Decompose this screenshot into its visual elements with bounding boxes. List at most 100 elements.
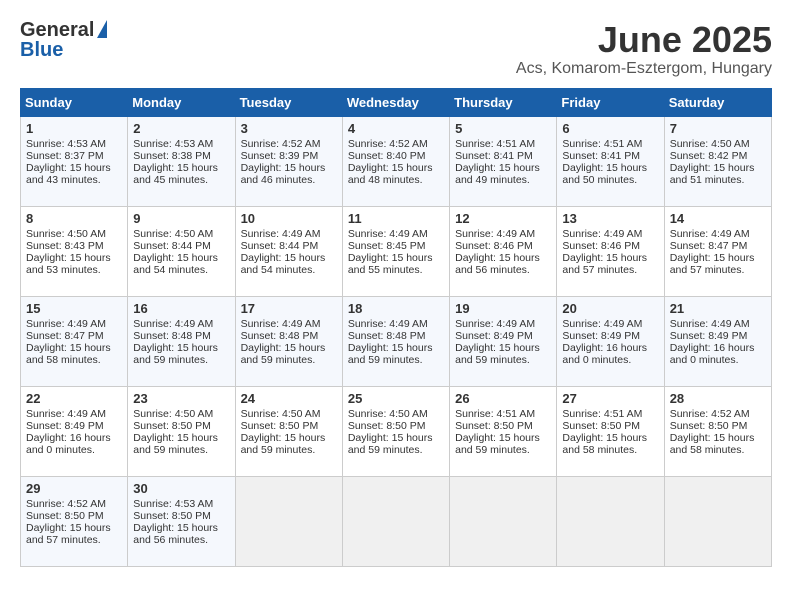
day-number: 13 (562, 211, 658, 226)
sunset-label: Sunset: 8:50 PM (348, 420, 426, 432)
sunset-label: Sunset: 8:43 PM (26, 240, 104, 252)
sunrise-label: Sunrise: 4:53 AM (133, 138, 213, 150)
table-row: 4 Sunrise: 4:52 AM Sunset: 8:40 PM Dayli… (342, 116, 449, 206)
sunrise-label: Sunrise: 4:49 AM (241, 228, 321, 240)
daylight-label: Daylight: 15 hours and 55 minutes. (348, 252, 433, 276)
table-row (664, 476, 771, 566)
table-row: 30 Sunrise: 4:53 AM Sunset: 8:50 PM Dayl… (128, 476, 235, 566)
sunset-label: Sunset: 8:50 PM (133, 510, 211, 522)
day-number: 7 (670, 121, 766, 136)
day-number: 16 (133, 301, 229, 316)
day-number: 10 (241, 211, 337, 226)
table-row (342, 476, 449, 566)
sunrise-label: Sunrise: 4:53 AM (133, 498, 213, 510)
sunset-label: Sunset: 8:50 PM (455, 420, 533, 432)
sunrise-label: Sunrise: 4:49 AM (562, 318, 642, 330)
daylight-label: Daylight: 15 hours and 59 minutes. (133, 342, 218, 366)
sunset-label: Sunset: 8:41 PM (562, 150, 640, 162)
calendar-week-row: 8 Sunrise: 4:50 AM Sunset: 8:43 PM Dayli… (21, 206, 772, 296)
table-row: 2 Sunrise: 4:53 AM Sunset: 8:38 PM Dayli… (128, 116, 235, 206)
table-row: 13 Sunrise: 4:49 AM Sunset: 8:46 PM Dayl… (557, 206, 664, 296)
daylight-label: Daylight: 15 hours and 59 minutes. (241, 342, 326, 366)
day-number: 25 (348, 391, 444, 406)
day-number: 20 (562, 301, 658, 316)
table-row: 25 Sunrise: 4:50 AM Sunset: 8:50 PM Dayl… (342, 386, 449, 476)
daylight-label: Daylight: 15 hours and 57 minutes. (26, 522, 111, 546)
daylight-label: Daylight: 15 hours and 56 minutes. (133, 522, 218, 546)
page-header: General Blue June 2025 Acs, Komarom-Eszt… (20, 20, 772, 78)
col-sunday: Sunday (21, 88, 128, 116)
sunrise-label: Sunrise: 4:49 AM (26, 318, 106, 330)
calendar-week-row: 29 Sunrise: 4:52 AM Sunset: 8:50 PM Dayl… (21, 476, 772, 566)
sunset-label: Sunset: 8:50 PM (670, 420, 748, 432)
daylight-label: Daylight: 15 hours and 51 minutes. (670, 162, 755, 186)
sunset-label: Sunset: 8:50 PM (562, 420, 640, 432)
table-row: 18 Sunrise: 4:49 AM Sunset: 8:48 PM Dayl… (342, 296, 449, 386)
sunset-label: Sunset: 8:38 PM (133, 150, 211, 162)
sunrise-label: Sunrise: 4:49 AM (670, 318, 750, 330)
sunset-label: Sunset: 8:46 PM (562, 240, 640, 252)
table-row: 9 Sunrise: 4:50 AM Sunset: 8:44 PM Dayli… (128, 206, 235, 296)
day-number: 28 (670, 391, 766, 406)
day-number: 4 (348, 121, 444, 136)
sunrise-label: Sunrise: 4:51 AM (562, 138, 642, 150)
table-row: 22 Sunrise: 4:49 AM Sunset: 8:49 PM Dayl… (21, 386, 128, 476)
col-thursday: Thursday (450, 88, 557, 116)
sunset-label: Sunset: 8:37 PM (26, 150, 104, 162)
table-row: 5 Sunrise: 4:51 AM Sunset: 8:41 PM Dayli… (450, 116, 557, 206)
day-number: 9 (133, 211, 229, 226)
col-friday: Friday (557, 88, 664, 116)
table-row: 24 Sunrise: 4:50 AM Sunset: 8:50 PM Dayl… (235, 386, 342, 476)
daylight-label: Daylight: 15 hours and 59 minutes. (133, 432, 218, 456)
sunrise-label: Sunrise: 4:50 AM (133, 228, 213, 240)
sunrise-label: Sunrise: 4:51 AM (562, 408, 642, 420)
table-row: 8 Sunrise: 4:50 AM Sunset: 8:43 PM Dayli… (21, 206, 128, 296)
sunset-label: Sunset: 8:45 PM (348, 240, 426, 252)
day-number: 2 (133, 121, 229, 136)
calendar-week-row: 22 Sunrise: 4:49 AM Sunset: 8:49 PM Dayl… (21, 386, 772, 476)
sunset-label: Sunset: 8:44 PM (133, 240, 211, 252)
day-number: 23 (133, 391, 229, 406)
table-row: 16 Sunrise: 4:49 AM Sunset: 8:48 PM Dayl… (128, 296, 235, 386)
daylight-label: Daylight: 15 hours and 58 minutes. (562, 432, 647, 456)
day-number: 29 (26, 481, 122, 496)
col-monday: Monday (128, 88, 235, 116)
logo-blue-text: Blue (20, 40, 63, 60)
sunrise-label: Sunrise: 4:49 AM (562, 228, 642, 240)
day-number: 27 (562, 391, 658, 406)
daylight-label: Daylight: 15 hours and 57 minutes. (670, 252, 755, 276)
daylight-label: Daylight: 15 hours and 43 minutes. (26, 162, 111, 186)
daylight-label: Daylight: 15 hours and 59 minutes. (455, 342, 540, 366)
sunrise-label: Sunrise: 4:50 AM (133, 408, 213, 420)
sunrise-label: Sunrise: 4:49 AM (455, 228, 535, 240)
sunset-label: Sunset: 8:42 PM (670, 150, 748, 162)
sunrise-label: Sunrise: 4:52 AM (241, 138, 321, 150)
day-number: 26 (455, 391, 551, 406)
sunset-label: Sunset: 8:49 PM (562, 330, 640, 342)
sunset-label: Sunset: 8:48 PM (348, 330, 426, 342)
table-row: 12 Sunrise: 4:49 AM Sunset: 8:46 PM Dayl… (450, 206, 557, 296)
daylight-label: Daylight: 15 hours and 59 minutes. (241, 432, 326, 456)
table-row: 27 Sunrise: 4:51 AM Sunset: 8:50 PM Dayl… (557, 386, 664, 476)
sunset-label: Sunset: 8:44 PM (241, 240, 319, 252)
calendar-table: Sunday Monday Tuesday Wednesday Thursday… (20, 88, 772, 567)
table-row: 23 Sunrise: 4:50 AM Sunset: 8:50 PM Dayl… (128, 386, 235, 476)
daylight-label: Daylight: 15 hours and 46 minutes. (241, 162, 326, 186)
daylight-label: Daylight: 16 hours and 0 minutes. (26, 432, 111, 456)
daylight-label: Daylight: 15 hours and 48 minutes. (348, 162, 433, 186)
daylight-label: Daylight: 15 hours and 58 minutes. (26, 342, 111, 366)
daylight-label: Daylight: 16 hours and 0 minutes. (670, 342, 755, 366)
daylight-label: Daylight: 15 hours and 54 minutes. (241, 252, 326, 276)
title-block: June 2025 Acs, Komarom-Esztergom, Hungar… (516, 20, 772, 78)
month-title: June 2025 (516, 20, 772, 60)
sunrise-label: Sunrise: 4:49 AM (348, 228, 428, 240)
sunrise-label: Sunrise: 4:51 AM (455, 138, 535, 150)
day-number: 30 (133, 481, 229, 496)
logo-triangle-icon (97, 20, 107, 38)
sunset-label: Sunset: 8:49 PM (455, 330, 533, 342)
day-number: 11 (348, 211, 444, 226)
sunset-label: Sunset: 8:46 PM (455, 240, 533, 252)
table-row: 11 Sunrise: 4:49 AM Sunset: 8:45 PM Dayl… (342, 206, 449, 296)
table-row: 6 Sunrise: 4:51 AM Sunset: 8:41 PM Dayli… (557, 116, 664, 206)
day-number: 18 (348, 301, 444, 316)
